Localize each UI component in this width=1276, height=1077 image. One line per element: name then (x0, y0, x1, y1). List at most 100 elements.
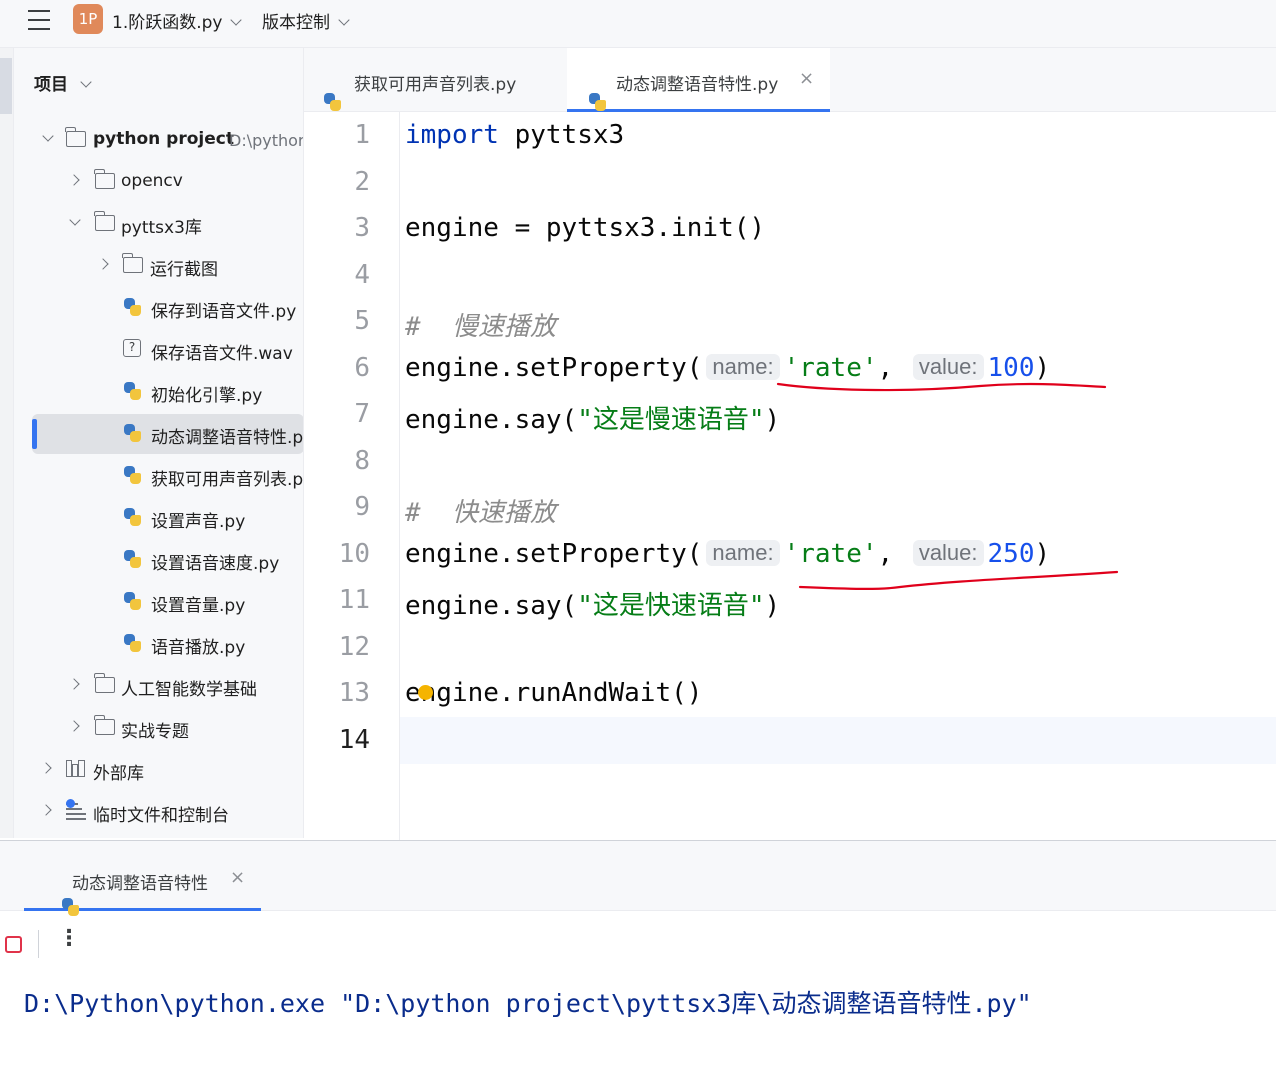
tree-item-label: 实战专题 (121, 722, 189, 742)
code-call: engine.setProperty( (405, 353, 703, 383)
line-number: 11 (338, 585, 370, 615)
code-line-9-comment: # 快速播放 (405, 498, 556, 528)
code-call: engine.say( (405, 591, 578, 621)
folder-icon (122, 253, 145, 275)
line-number-gutter: 1 2 3 4 5 6 7 8 9 10 11 12 13 14 (304, 112, 400, 840)
chevron-right-icon[interactable] (68, 678, 80, 690)
tree-item-file[interactable]: 初始化引擎.py (14, 372, 303, 412)
code-paren: ) (1034, 353, 1051, 383)
line-number: 2 (354, 167, 370, 197)
tree-item-pyttsx3[interactable]: pyttsx3库 (14, 204, 303, 244)
vcs-label: 版本控制 (262, 13, 330, 33)
close-icon[interactable]: × (230, 867, 245, 888)
project-panel-title: 项目 (34, 75, 68, 95)
number-literal: 100 (987, 353, 1035, 383)
line-number: 7 (354, 399, 370, 429)
tree-item-label: 设置语音速度.py (151, 554, 280, 574)
code-line-7: engine.say("这是慢速语音") (405, 399, 780, 436)
chevron-down-icon (338, 14, 350, 26)
tree-item-file[interactable]: 设置声音.py (14, 498, 303, 538)
tree-item-screenshots-folder[interactable]: 运行截图 (14, 246, 303, 286)
chevron-down-icon (80, 76, 92, 88)
code-line-13: engine.runAndWait() (405, 678, 703, 708)
run-tabs: 动态调整语音特性 × (0, 841, 1276, 916)
project-panel-header[interactable]: 项目 (34, 70, 92, 95)
tree-item-file[interactable]: 获取可用声音列表.p (14, 456, 303, 496)
string-literal: 'rate' (783, 353, 878, 383)
tree-item-label: python project (93, 129, 234, 149)
tree-item-scratches[interactable]: 临时文件和控制台 (14, 792, 303, 832)
tree-item-file[interactable]: 设置语音速度.py (14, 540, 303, 580)
module-name: pyttsx3 (498, 120, 625, 150)
project-selector[interactable]: 1.阶跃函数.py (112, 8, 243, 33)
tab-label: 获取可用声音列表.py (354, 75, 517, 95)
chevron-right-icon[interactable] (97, 258, 109, 270)
tab-label: 动态调整语音特性.py (616, 75, 779, 95)
tree-item-label: 运行截图 (150, 260, 218, 280)
chevron-right-icon[interactable] (40, 762, 52, 774)
param-hint-value: value: (912, 540, 984, 566)
python-file-icon (122, 633, 144, 653)
project-tool-button[interactable] (0, 58, 12, 114)
code-comma: , (877, 539, 894, 569)
more-options-icon[interactable]: ⋮ (58, 926, 80, 951)
toolbar-divider (38, 930, 39, 958)
main-menu-icon[interactable] (26, 8, 54, 34)
code-paren: ) (764, 591, 781, 621)
tree-item-file[interactable]: 设置音量.py (14, 582, 303, 622)
folder-icon (94, 169, 117, 191)
current-line-highlight (304, 717, 1276, 764)
stop-button[interactable] (5, 936, 22, 953)
chevron-down-icon[interactable] (42, 130, 54, 142)
tree-item-ai-math-folder[interactable]: 人工智能数学基础 (14, 666, 303, 706)
tab-voice-list[interactable]: 获取可用声音列表.py (322, 48, 567, 112)
scratches-icon (66, 799, 88, 821)
code-call: engine.setProperty( (405, 539, 703, 569)
python-file-icon (122, 423, 144, 443)
tree-item-path-hint: D:\pythor (229, 131, 304, 150)
line-number: 6 (354, 353, 370, 383)
library-icon (66, 759, 88, 779)
tab-voice-properties[interactable]: 动态调整语音特性.py × (567, 48, 830, 112)
chevron-right-icon[interactable] (68, 174, 80, 186)
chevron-right-icon[interactable] (40, 804, 52, 816)
tree-item-opencv[interactable]: opencv (14, 162, 303, 202)
python-file-icon (122, 591, 144, 611)
tree-item-label: 保存语音文件.wav (151, 344, 293, 364)
code-call: engine.say( (405, 405, 578, 435)
python-file-icon (122, 507, 144, 527)
annotation-underline (776, 382, 1107, 392)
chevron-down-icon (230, 14, 243, 26)
tree-item-file-selected[interactable]: 动态调整语音特性.p (32, 414, 304, 454)
line-number: 9 (354, 492, 370, 522)
project-badge[interactable]: 1P (73, 4, 103, 34)
lightbulb-icon[interactable] (418, 685, 433, 700)
tree-item-label: 设置音量.py (151, 596, 246, 616)
close-icon[interactable]: × (799, 68, 814, 89)
title-bar: 1P 1.阶跃函数.py 版本控制 (0, 0, 1276, 48)
chevron-right-icon[interactable] (68, 720, 80, 732)
vcs-menu[interactable]: 版本控制 (262, 8, 350, 33)
console-output: D:\Python\python.exe "D:\python project\… (24, 989, 1032, 1018)
tree-item-label: pyttsx3库 (121, 218, 202, 238)
tree-item-label: 保存到语音文件.py (151, 302, 297, 322)
chevron-down-icon[interactable] (69, 214, 81, 226)
code-comma: , (877, 353, 894, 383)
editor-tabs: 获取可用声音列表.py 动态调整语音特性.py × (304, 48, 1276, 112)
folder-icon (65, 127, 88, 149)
string-literal: 'rate' (783, 539, 878, 569)
param-hint-value: value: (912, 354, 984, 380)
tree-item-python-project[interactable]: python project D:\pythor (14, 120, 304, 160)
param-hint-name: name: (706, 354, 780, 380)
tree-item-file[interactable]: 保存到语音文件.py (14, 288, 303, 328)
run-tab[interactable]: 动态调整语音特性 × (24, 841, 261, 916)
tree-item-practice-folder[interactable]: 实战专题 (14, 708, 303, 748)
number-literal: 250 (987, 539, 1035, 569)
tree-item-label: 动态调整语音特性.p (151, 428, 304, 448)
tree-item-external-libraries[interactable]: 外部库 (14, 750, 303, 790)
tree-item-file[interactable]: ? 保存语音文件.wav (14, 330, 303, 370)
line-number-current: 14 (338, 725, 370, 755)
tree-item-file[interactable]: 语音播放.py (14, 624, 303, 664)
python-file-icon (122, 381, 144, 401)
python-file-icon (122, 549, 144, 569)
